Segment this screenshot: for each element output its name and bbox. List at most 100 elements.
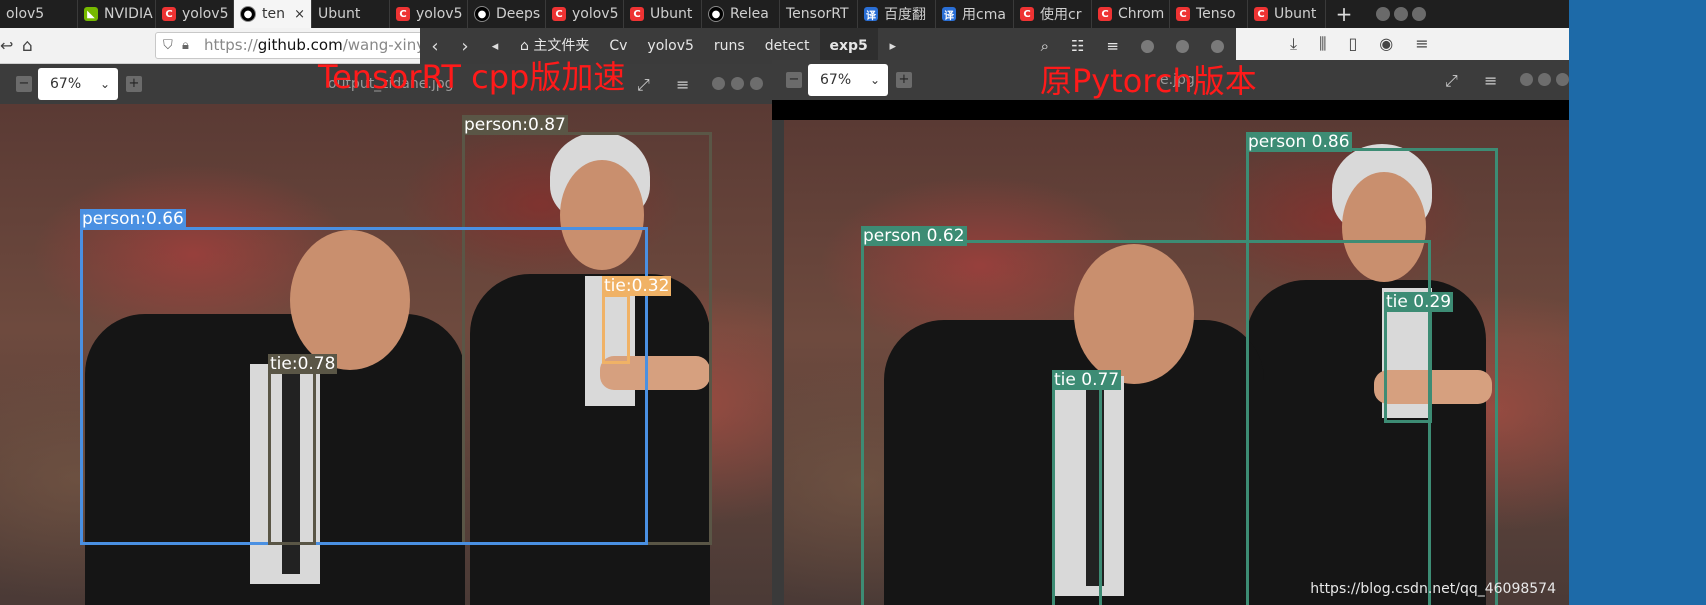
bbox-tie-1 <box>602 294 630 364</box>
fullscreen-icon[interactable]: ⤢ <box>637 75 650 95</box>
minimize-button[interactable] <box>1376 7 1390 21</box>
caption-tensorrt: TensorRT cpp版加速 <box>318 58 626 96</box>
minimize-button[interactable] <box>1141 39 1154 53</box>
csdn-icon: C <box>162 7 176 21</box>
image-viewer-left: − 67% ⌄ + output_zidane.jpg ⤢ ≡ person:0.… <box>0 64 772 605</box>
csdn-icon: C <box>1254 7 1268 21</box>
url-prefix: https:// <box>204 36 258 54</box>
letterbox-top <box>772 100 1569 120</box>
baidu-icon: 译 <box>942 7 956 22</box>
image-viewer-right: − 67% ⌄ + e.jpg ⤢ ≡ person 0.86 person 0.… <box>772 60 1569 605</box>
shield-icon[interactable]: ⛉ <box>163 33 173 58</box>
close-tab-icon[interactable]: × <box>294 7 305 22</box>
new-tab-button[interactable]: + <box>1326 0 1362 28</box>
bbox-person-2 <box>861 240 1431 605</box>
minimize-button[interactable] <box>712 77 725 90</box>
browser-tab[interactable]: ● Relea <box>702 0 780 28</box>
browser-tab[interactable]: C Ubunt <box>624 0 702 28</box>
browser-tab[interactable]: Ubunt <box>312 0 390 28</box>
browser-tab[interactable]: ● Deeps <box>468 0 546 28</box>
tab-label: yolov5 <box>182 6 229 22</box>
bbox-tie-1 <box>1384 308 1432 423</box>
maximize-button[interactable] <box>1176 39 1189 53</box>
back-arrow-icon[interactable]: ↩ <box>0 36 13 55</box>
baidu-icon: 译 <box>864 7 878 22</box>
menu-icon[interactable]: ≡ <box>1415 34 1428 54</box>
github-icon: ● <box>474 6 490 22</box>
lock-icon[interactable]: 🔒︎ <box>182 33 189 58</box>
tab-label: TensorRT <box>786 6 849 22</box>
scroll-right-icon[interactable]: ▸ <box>878 39 908 54</box>
fullscreen-icon[interactable]: ⤢ <box>1445 71 1458 91</box>
zoom-select[interactable]: 67% ⌄ <box>808 64 888 96</box>
zoom-select[interactable]: 67% ⌄ <box>38 68 118 100</box>
github-icon: ● <box>240 6 256 22</box>
bbox-label-tie-2: tie 0.77 <box>1052 370 1122 390</box>
chevron-down-icon: ⌄ <box>99 77 110 91</box>
breadcrumb-detect[interactable]: detect <box>755 28 820 64</box>
breadcrumb-runs[interactable]: runs <box>704 28 755 64</box>
close-button[interactable] <box>750 77 763 90</box>
csdn-icon: C <box>396 7 410 21</box>
zoom-out-button[interactable]: − <box>786 72 802 88</box>
browser-tab[interactable]: 译百度翻 <box>858 0 936 28</box>
tab-label: yolov5 <box>572 6 619 22</box>
tab-label: NVIDIA <box>104 6 153 22</box>
csdn-icon: C <box>630 7 644 21</box>
tab-label: 百度翻 <box>884 7 926 23</box>
sidebar-icon[interactable]: ▯ <box>1348 34 1357 54</box>
detection-image-right: person 0.86 person 0.62 tie 0.29 tie 0.7… <box>784 120 1569 605</box>
maximize-button[interactable] <box>1394 7 1408 21</box>
zoom-value: 67% <box>50 76 82 92</box>
tab-label: 使用cr <box>1040 7 1082 23</box>
browser-tab[interactable]: C Ubunt <box>1248 0 1326 28</box>
breadcrumb-exp5[interactable]: exp5 <box>819 28 878 64</box>
bbox-label-tie-1: tie:0.32 <box>602 276 672 296</box>
browser-tab[interactable]: ◣ NVIDIA <box>78 0 156 28</box>
tab-label: Tenso <box>1196 6 1236 22</box>
browser-tab[interactable]: olov5 <box>0 0 78 28</box>
browser-tab[interactable]: C Tenso <box>1170 0 1248 28</box>
close-button[interactable] <box>1412 7 1426 21</box>
browser-toolbar: ⤓ ⫼ ▯ ◉ ≡ <box>1290 34 1429 54</box>
account-icon[interactable]: ◉ <box>1379 34 1393 54</box>
menu-icon[interactable]: ≡ <box>1106 37 1119 55</box>
zoom-out-button[interactable]: − <box>16 76 32 92</box>
bbox-label-person-2: person:0.66 <box>80 209 186 229</box>
tab-label: Ubunt <box>318 6 361 22</box>
browser-tab[interactable]: 译用cma <box>936 0 1014 28</box>
bbox-label-tie-2: tie:0.78 <box>268 354 338 374</box>
view-options-icon[interactable]: ☷ <box>1071 37 1084 55</box>
maximize-button[interactable] <box>1538 73 1551 86</box>
browser-tab[interactable]: C Chrom <box>1092 0 1170 28</box>
maximize-button[interactable] <box>731 77 744 90</box>
close-button[interactable] <box>1556 73 1569 86</box>
minimize-button[interactable] <box>1520 73 1533 86</box>
menu-icon[interactable]: ≡ <box>676 75 689 94</box>
github-icon: ● <box>708 6 724 22</box>
zoom-in-button[interactable]: + <box>896 72 912 88</box>
bbox-label-person-2: person 0.62 <box>861 226 967 246</box>
tab-label: Deeps <box>496 6 541 22</box>
bbox-label-tie-1: tie 0.29 <box>1384 292 1454 312</box>
breadcrumb-yolov5[interactable]: yolov5 <box>637 28 704 64</box>
tab-label: 用cma <box>962 7 1006 23</box>
bbox-person-2 <box>80 227 648 545</box>
browser-tab[interactable]: TensorRT <box>780 0 858 28</box>
tab-label: olov5 <box>6 6 45 22</box>
menu-icon[interactable]: ≡ <box>1484 71 1497 90</box>
library-icon[interactable]: ⫼ <box>1319 34 1326 54</box>
tab-label: Relea <box>730 6 769 22</box>
close-button[interactable] <box>1211 39 1224 53</box>
zoom-in-button[interactable]: + <box>126 76 142 92</box>
chevron-down-icon: ⌄ <box>869 73 880 87</box>
browser-tab[interactable]: ● ten × <box>234 0 312 28</box>
search-icon[interactable]: ⌕ <box>1041 37 1049 55</box>
browser-tab[interactable]: Cyolov5 <box>390 0 468 28</box>
csdn-icon: C <box>1098 7 1112 21</box>
download-icon[interactable]: ⤓ <box>1290 34 1297 54</box>
browser-tab[interactable]: Cyolov5 <box>156 0 234 28</box>
browser-tab[interactable]: Cyolov5 <box>546 0 624 28</box>
browser-tab[interactable]: C 使用cr <box>1014 0 1092 28</box>
home-icon[interactable]: ⌂ <box>22 36 33 56</box>
